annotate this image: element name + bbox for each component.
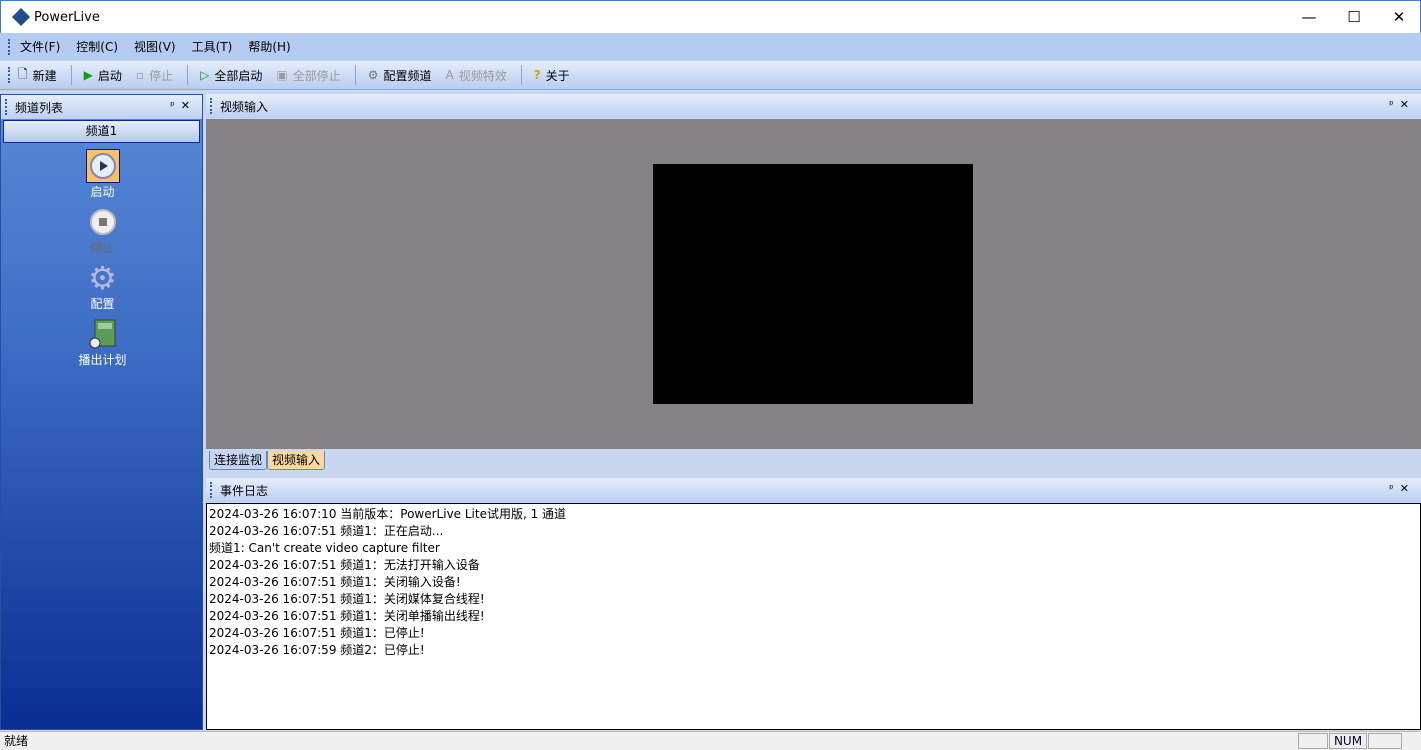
play-all-icon: ▷ — [200, 68, 210, 82]
close-icon[interactable]: ✕ — [1400, 98, 1415, 111]
separator — [70, 65, 72, 85]
window-title: PowerLive — [34, 10, 100, 25]
stop-icon — [86, 205, 120, 239]
menu-view[interactable]: 视图(V) — [134, 38, 176, 55]
video-tabs: 连接监视 视频输入 — [206, 449, 1421, 471]
grip-icon[interactable] — [8, 67, 11, 83]
tab-video-input[interactable]: 视频输入 — [267, 451, 326, 470]
app-logo-icon — [11, 7, 31, 27]
close-icon[interactable]: ✕ — [1400, 482, 1415, 495]
log-line: 2024-03-26 16:07:51 频道1：关闭媒体复合线程! — [209, 592, 485, 606]
stop-button[interactable]: ▫ 停止 — [136, 67, 173, 84]
about-button[interactable]: ? 关于 — [534, 67, 570, 84]
panel-title: 视频输入 — [220, 99, 269, 114]
toolbar: 🗋 新建 ▶ 启动 ▫ 停止 ▷ 全部启动 ▣ 全部停止 ⚙ 配置频道 A 视频特效 ? 关于 — [0, 61, 1421, 90]
menu-file[interactable]: 文件(F) — [20, 38, 60, 55]
stop-all-icon: ▣ — [276, 68, 288, 82]
stop-all-button[interactable]: ▣ 全部停止 — [276, 67, 340, 84]
separator — [520, 65, 522, 85]
menu-help[interactable]: 帮助(H) — [248, 38, 290, 55]
text-effect-icon: A — [445, 68, 454, 82]
log-line: 2024-03-26 16:07:51 频道1：关闭输入设备! — [209, 575, 461, 589]
channel-schedule-item[interactable]: 播出计划 — [1, 317, 204, 368]
status-bar: 就绪 — [0, 731, 1421, 750]
panel-title: 频道列表 — [15, 100, 64, 115]
pin-icon[interactable]: ᵖ — [1389, 98, 1400, 111]
new-file-icon: 🗋 — [18, 66, 28, 81]
stop-icon: ▫ — [135, 68, 145, 82]
pin-icon[interactable]: ᵖ — [1389, 482, 1400, 495]
separator — [187, 65, 189, 85]
log-line: 2024-03-26 16:07:51 频道1：无法打开输入设备 — [209, 558, 480, 572]
channel-list-panel: 频道列表 ᵖ✕ 频道1 启动 停止 ⚙ 配置 播出计划 — [0, 94, 203, 730]
title-bar: PowerLive — ☐ ✕ — [0, 0, 1421, 33]
status-text: 就绪 — [4, 734, 29, 748]
log-line: 2024-03-26 16:07:51 频道1：正在启动... — [209, 524, 444, 538]
close-button[interactable]: ✕ — [1376, 1, 1421, 33]
log-line: 2024-03-26 16:07:51 频道1：关闭单播输出线程! — [209, 609, 485, 623]
new-button[interactable]: 🗋 新建 — [18, 65, 57, 86]
event-log[interactable]: 2024-03-26 16:07:10 当前版本：PowerLive Lite试… — [206, 503, 1421, 730]
log-line: 频道1: Can't create video capture filter — [209, 541, 440, 555]
status-cell — [1368, 733, 1402, 749]
video-preview — [653, 164, 973, 404]
log-panel-header: 事件日志 ᵖ✕ — [206, 478, 1421, 502]
log-line: 2024-03-26 16:07:59 频道2：已停止! — [209, 643, 425, 657]
channel-header[interactable]: 频道1 — [3, 120, 200, 143]
channel-stop-item[interactable]: 停止 — [1, 205, 204, 256]
close-icon[interactable]: ✕ — [181, 99, 196, 112]
help-icon: ? — [533, 68, 541, 82]
minimize-button[interactable]: — — [1286, 1, 1332, 33]
grip-icon[interactable] — [210, 482, 213, 498]
menu-control[interactable]: 控制(C) — [76, 38, 118, 55]
panel-header: 频道列表 ᵖ✕ — [1, 95, 202, 119]
gear-icon: ⚙ — [367, 68, 379, 82]
video-preview-area — [206, 119, 1421, 449]
grip-icon[interactable] — [8, 38, 11, 55]
gear-icon: ⚙ — [88, 259, 117, 297]
schedule-icon — [86, 317, 120, 351]
play-icon: ▶ — [83, 68, 93, 82]
log-line: 2024-03-26 16:07:51 频道1：已停止! — [209, 626, 425, 640]
play-icon — [85, 149, 120, 183]
channel-config-item[interactable]: ⚙ 配置 — [1, 259, 204, 312]
num-lock-indicator: NUM — [1329, 733, 1367, 749]
panel-title: 事件日志 — [220, 483, 269, 498]
grip-icon[interactable] — [5, 99, 8, 115]
video-effects-button[interactable]: A 视频特效 — [445, 67, 506, 84]
start-all-button[interactable]: ▷ 全部启动 — [200, 67, 262, 84]
status-cell — [1298, 733, 1328, 749]
menu-tools[interactable]: 工具(T) — [192, 38, 233, 55]
video-panel-header: 视频输入 ᵖ✕ — [206, 94, 1421, 118]
maximize-button[interactable]: ☐ — [1331, 1, 1377, 33]
log-line: 2024-03-26 16:07:10 当前版本：PowerLive Lite试… — [209, 507, 567, 521]
tab-connection-monitor[interactable]: 连接监视 — [209, 451, 268, 470]
grip-icon[interactable] — [210, 98, 213, 114]
channel-start-item[interactable]: 启动 — [1, 149, 204, 200]
start-button[interactable]: ▶ 启动 — [84, 67, 122, 84]
menu-bar: 文件(F) 控制(C) 视图(V) 工具(T) 帮助(H) — [0, 33, 1421, 60]
separator — [354, 65, 356, 85]
config-channel-button[interactable]: ⚙ 配置频道 — [368, 67, 432, 84]
pin-icon[interactable]: ᵖ — [170, 99, 181, 112]
